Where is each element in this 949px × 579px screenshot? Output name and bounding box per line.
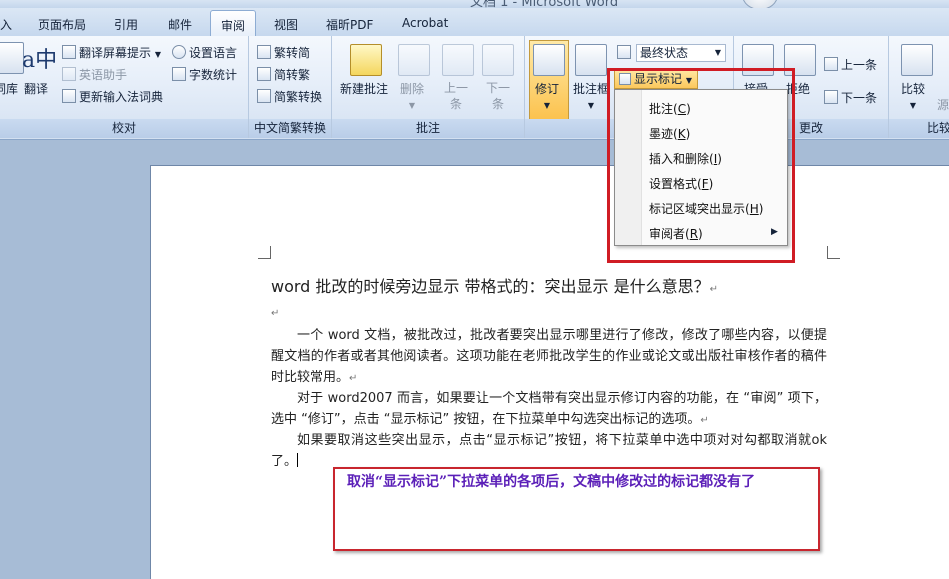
thesaurus-button[interactable]: 词库 xyxy=(0,80,18,97)
ribbon-tab-row: 入 页面布局 引用 邮件 审阅 视图 福昕PDF Acrobat xyxy=(0,8,949,37)
tab-view[interactable]: 视图 xyxy=(274,16,298,33)
abc-count-icon xyxy=(172,67,186,81)
compare-group-label: 比较 xyxy=(889,119,949,138)
compare-button[interactable]: 比较 ▼ xyxy=(901,80,925,111)
prev-change-button[interactable]: 上一条 xyxy=(824,56,877,73)
dictionary-icon xyxy=(62,89,76,103)
office-orb[interactable] xyxy=(742,0,778,8)
ribbon: 词库 a中 翻译 翻译屏幕提示 ▼ 英语助手 更新输入法词典 设置语言 字数统计… xyxy=(0,36,949,140)
translate-icon: a中 xyxy=(22,48,58,73)
tab-insert[interactable]: 入 xyxy=(0,16,12,33)
convert-icon xyxy=(257,89,271,103)
chevron-down-icon: ▼ xyxy=(543,101,551,110)
text-cursor xyxy=(297,453,299,467)
simp-to-trad-button[interactable]: 简转繁 xyxy=(257,66,310,83)
next-change-button[interactable]: 下一条 xyxy=(824,89,877,106)
chinese-conversion-label: 中文简繁转换 xyxy=(249,119,331,138)
tab-foxit-pdf[interactable]: 福昕PDF xyxy=(326,16,373,33)
comments-group: 新建批注 删除 ▼ 上一条 下一条 批注 xyxy=(332,36,525,138)
compare-icon xyxy=(901,44,933,76)
trad-to-simp-button[interactable]: 繁转简 xyxy=(257,44,310,61)
tab-page-layout[interactable]: 页面布局 xyxy=(38,16,86,33)
track-changes-button[interactable]: 修订 ▼ xyxy=(535,80,559,111)
new-comment-icon xyxy=(350,44,382,76)
tab-acrobat[interactable]: Acrobat xyxy=(402,16,448,30)
thesaurus-icon xyxy=(0,42,24,74)
prev-comment-icon xyxy=(442,44,474,76)
next-comment-icon xyxy=(482,44,514,76)
simp-trad-icon xyxy=(257,67,271,81)
translate-tip-button[interactable]: 翻译屏幕提示 ▼ xyxy=(62,44,161,61)
word-count-button[interactable]: 字数统计 xyxy=(172,66,237,83)
track-changes-icon xyxy=(533,44,565,76)
translate-tip-icon xyxy=(62,45,76,59)
chevron-down-icon: ▼ xyxy=(154,50,161,59)
chevron-down-icon: ▼ xyxy=(587,101,595,110)
title-bar: 文档 1 - Microsoft Word xyxy=(0,0,949,8)
show-source-button[interactable]: 源 xyxy=(937,96,949,113)
annotation-callout: 取消“显示标记”下拉菜单的各项后，文稿中修改过的标记都没有了 xyxy=(333,467,820,551)
next-change-icon xyxy=(824,90,838,104)
highlight-box-red xyxy=(607,68,795,263)
chevron-down-icon: ▼ xyxy=(714,48,721,57)
translate-button[interactable]: 翻译 xyxy=(24,80,48,97)
callout-text: 取消“显示标记”下拉菜单的各项后，文稿中修改过的标记都没有了 xyxy=(347,474,756,490)
display-mode-select[interactable]: 最终状态 ▼ xyxy=(636,44,726,62)
compare-group: 比较 ▼ 源 比较 xyxy=(889,36,949,138)
proofing-group-label: 校对 xyxy=(0,119,248,138)
proofing-group: 词库 a中 翻译 翻译屏幕提示 ▼ 英语助手 更新输入法词典 设置语言 字数统计… xyxy=(0,36,249,138)
display-mode-icon-wrap xyxy=(617,45,634,60)
chevron-down-icon: ▼ xyxy=(408,101,416,110)
comments-group-label: 批注 xyxy=(332,119,524,138)
chinese-conversion-group: 繁转简 简转繁 简繁转换 中文简繁转换 xyxy=(249,36,332,138)
tab-review[interactable]: 审阅 xyxy=(210,10,257,37)
next-comment-button[interactable]: 下一条 xyxy=(484,80,512,112)
delete-comment-icon xyxy=(398,44,430,76)
crop-mark-top-right xyxy=(827,246,840,259)
set-language-button[interactable]: 设置语言 xyxy=(172,44,237,61)
prev-change-icon xyxy=(824,57,838,71)
document-heading: word 批改的时候旁边显示 带格式的：突出显示 是什么意思？↵ xyxy=(271,277,718,296)
balloons-button[interactable]: 批注框 ▼ xyxy=(573,80,609,111)
english-assistant-button[interactable]: 英语助手 xyxy=(62,66,127,83)
empty-paragraph-mark: ↵ xyxy=(271,308,280,319)
tab-mailings[interactable]: 邮件 xyxy=(168,16,192,33)
body-paragraph-2: 对于 word2007 而言，如果要让一个文档带有突出显示修订内容的功能，在 “… xyxy=(271,391,827,427)
tab-references[interactable]: 引用 xyxy=(114,16,138,33)
globe-icon xyxy=(172,45,186,59)
assistant-icon xyxy=(62,67,76,81)
window-title: 文档 1 - Microsoft Word xyxy=(470,0,619,8)
display-for-review-icon xyxy=(617,45,631,59)
chevron-down-icon: ▼ xyxy=(909,101,917,110)
delete-comment-button[interactable]: 删除 ▼ xyxy=(400,80,424,111)
simp-trad-convert-button[interactable]: 简繁转换 xyxy=(257,88,322,105)
balloons-icon xyxy=(575,44,607,76)
body-paragraph-1: 一个 word 文档，被批改过，批改者要突出显示哪里进行了修改，修改了哪些内容，… xyxy=(271,328,827,385)
paragraph-mark: ↵ xyxy=(709,284,718,295)
body-paragraph-3: 如果要取消这些突出显示，点击“显示标记”按钮，将下拉菜单中选中项对对勾都取消就o… xyxy=(271,433,827,469)
new-comment-button[interactable]: 新建批注 xyxy=(340,80,388,97)
prev-comment-button[interactable]: 上一条 xyxy=(442,80,470,112)
trad-simp-icon xyxy=(257,45,271,59)
crop-mark-top-left xyxy=(258,246,271,259)
update-ime-button[interactable]: 更新输入法词典 xyxy=(62,88,163,105)
